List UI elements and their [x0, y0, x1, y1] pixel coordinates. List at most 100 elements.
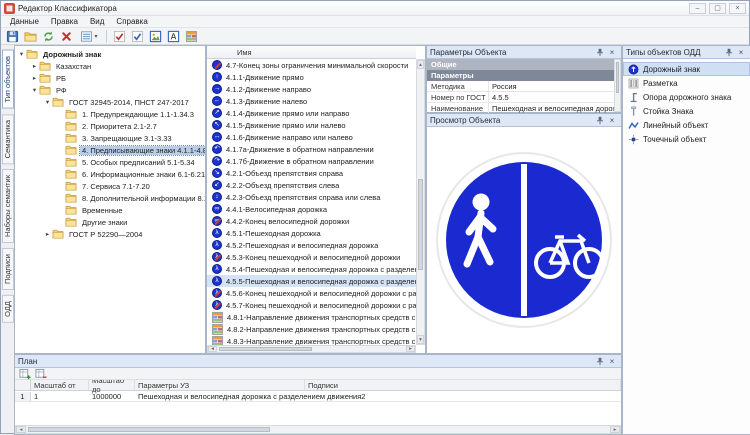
odd-type-item[interactable]: Дорожный знак [623, 62, 750, 76]
check-blue-button[interactable] [129, 29, 146, 44]
column-header[interactable]: Подписи [305, 380, 621, 390]
tree-item[interactable]: 6. Информационные знаки 6.1-6.21.2 [15, 168, 205, 180]
tree-item[interactable]: ▸Казахстан [15, 60, 205, 72]
add-row-button[interactable] [17, 367, 32, 380]
plan-horizontal-scrollbar[interactable]: ◂ ▸ [15, 425, 621, 434]
column-header[interactable]: Масштаб от [31, 380, 89, 390]
param-group-general[interactable]: Общие [427, 59, 621, 70]
side-tab[interactable]: Подписи [2, 248, 14, 290]
close-panel-button[interactable]: × [606, 356, 618, 367]
params-scrollbar[interactable] [614, 59, 621, 112]
sign-list-item[interactable]: λ4.5.2-Пешеходная и велосипедная дорожка [207, 239, 416, 251]
tree-item[interactable]: 3. Запрещающие 3.1-3.33 [15, 132, 205, 144]
param-value[interactable]: Пешеходная и велосипедная дорожка с ... [489, 104, 621, 113]
close-panel-button[interactable]: × [735, 47, 747, 58]
list-horizontal-scrollbar[interactable]: ◂ ▸ [207, 345, 416, 353]
sign-list-item[interactable]: ↔4.1.6-Движение направо или налево [207, 131, 416, 143]
sign-list-item[interactable]: ↘4.2.1-Объезд препятствия справа [207, 167, 416, 179]
sign-list-item[interactable]: ∞4.4.1-Велосипедная дорожка [207, 203, 416, 215]
check-red-button[interactable] [111, 29, 128, 44]
menu-item[interactable]: Правка [45, 17, 84, 26]
sign-list-item[interactable]: ↗4.1.4-Движение прямо или направо [207, 107, 416, 119]
odd-type-item[interactable]: Разметка [623, 76, 750, 90]
scroll-down-arrow[interactable]: ▾ [417, 335, 424, 344]
expand-icon[interactable]: ▸ [30, 74, 39, 82]
param-value[interactable]: 4.5.5 [489, 93, 621, 102]
list-vertical-scrollbar[interactable]: ▴ ▾ [416, 59, 425, 345]
tree-item[interactable]: 8. Дополнительной информации 8.1.1-8.24 [15, 192, 205, 204]
pin-button[interactable] [594, 47, 606, 58]
scroll-thumb[interactable] [418, 179, 423, 270]
sign-list-item[interactable]: 4.7-Конец зоны ограничения минимальной с… [207, 59, 416, 71]
sign-list-item[interactable]: ↑4.1.1-Движение прямо [207, 71, 416, 83]
scroll-thumb[interactable] [28, 427, 270, 432]
collapse-icon[interactable]: ▾ [17, 50, 26, 58]
tree-item[interactable]: 4. Предписывающие знаки 4.1.1-4.8.3 [15, 144, 205, 156]
scroll-thumb[interactable] [219, 347, 312, 351]
sign-list-item[interactable]: 4.8.3-Направление движения транспортных … [207, 335, 416, 345]
tree-item[interactable]: ▸ГОСТ Р 52290—2004 [15, 228, 205, 240]
column-header[interactable]: Параметры УЗ [135, 380, 305, 390]
frame-picture-button[interactable] [147, 29, 164, 44]
list-column-header[interactable]: Имя [207, 46, 416, 59]
sign-list-item[interactable]: λ4.5.4-Пешеходная и велосипедная дорожка… [207, 263, 416, 275]
menu-item[interactable]: Справка [110, 17, 153, 26]
sign-list-item[interactable]: λ4.5.5-Пешеходная и велосипедная дорожка… [207, 275, 416, 287]
plan-row[interactable]: 111000000Пешеходная и велосипедная дорож… [15, 391, 621, 402]
collapse-icon[interactable]: ▾ [30, 86, 39, 94]
tree-item[interactable]: 2. Приоритета 2.1-2.7 [15, 120, 205, 132]
scroll-up-arrow[interactable]: ▴ [417, 60, 424, 69]
tree-item[interactable]: 1. Предупреждающие 1.1-1.34.3 [15, 108, 205, 120]
sign-list-item[interactable]: λ4.5.3-Конец пешеходной и велосипедной д… [207, 251, 416, 263]
column-header[interactable]: Масштаб до [89, 380, 135, 390]
menu-item[interactable]: Вид [84, 17, 110, 26]
odd-type-item[interactable]: Стойка Знака [623, 104, 750, 118]
view-mode-button[interactable]: ▾ [76, 29, 102, 44]
open-button[interactable] [22, 29, 39, 44]
delete-row-button[interactable] [33, 367, 48, 380]
tree-item[interactable]: ▾РФ [15, 84, 205, 96]
sign-list-item[interactable]: ↶4.1.7а-Движение в обратном направлении [207, 143, 416, 155]
side-tab[interactable]: Наборы семантик [2, 169, 14, 243]
sign-list-item[interactable]: 4.8.1-Направление движения транспортных … [207, 311, 416, 323]
param-value[interactable]: Россия [489, 82, 621, 91]
sign-list-item[interactable]: ↖4.1.5-Движение прямо или налево [207, 119, 416, 131]
save-button[interactable] [4, 29, 21, 44]
side-tab[interactable]: Семантика [2, 114, 14, 164]
close-button[interactable]: × [729, 3, 746, 14]
scroll-thumb[interactable] [616, 62, 619, 93]
expand-icon[interactable]: ▸ [43, 230, 52, 238]
sign-table-button[interactable] [183, 29, 200, 44]
odd-type-item[interactable]: Точечный объект [623, 132, 750, 146]
sign-list-item[interactable]: ↕4.2.3-Объезд препятствия справа или сле… [207, 191, 416, 203]
refresh-button[interactable] [40, 29, 57, 44]
close-panel-button[interactable]: × [606, 115, 618, 126]
tree-item[interactable]: 7. Сервиса 7.1-7.20 [15, 180, 205, 192]
side-tab[interactable]: ОДД [2, 295, 14, 323]
scroll-left-arrow[interactable]: ◂ [16, 426, 26, 433]
tree-item[interactable]: ▾ГОСТ 32945-2014, ПНСТ 247-2017 [15, 96, 205, 108]
scroll-right-arrow[interactable]: ▸ [406, 346, 415, 352]
tree-item[interactable]: ▾Дорожный знак [15, 48, 205, 60]
frame-text-button[interactable] [165, 29, 182, 44]
param-group-params[interactable]: Параметры [427, 70, 621, 81]
sign-list-item[interactable]: ↙4.2.2-Объезд препятствия слева [207, 179, 416, 191]
sign-list-item[interactable]: λ4.5.6-Конец пешеходной и велосипедной д… [207, 287, 416, 299]
minimize-button[interactable]: – [689, 3, 706, 14]
sign-list-item[interactable]: 4.8.2-Направление движения транспортных … [207, 323, 416, 335]
sign-list-item[interactable]: ←4.1.3-Движение налево [207, 95, 416, 107]
sign-list-item[interactable]: λ4.5.1-Пешеходная дорожка [207, 227, 416, 239]
sign-list-item[interactable]: →4.1.2-Движение направо [207, 83, 416, 95]
tree-item[interactable]: 5. Особых предписаний 5.1-5.34 [15, 156, 205, 168]
collapse-icon[interactable]: ▾ [43, 98, 52, 106]
tree-item[interactable]: Другие знаки [15, 216, 205, 228]
close-panel-button[interactable]: × [606, 47, 618, 58]
maximize-button[interactable]: ▢ [709, 3, 726, 14]
scroll-left-arrow[interactable]: ◂ [208, 346, 217, 352]
sign-list-item[interactable]: ↷4.1.7б-Движение в обратном направлении [207, 155, 416, 167]
expand-icon[interactable]: ▸ [30, 62, 39, 70]
sign-list-item[interactable]: λ4.5.7-Конец пешеходной и велосипедной д… [207, 299, 416, 311]
menu-item[interactable]: Данные [4, 17, 45, 26]
pin-button[interactable] [594, 356, 606, 367]
odd-type-item[interactable]: Линейный объект [623, 118, 750, 132]
